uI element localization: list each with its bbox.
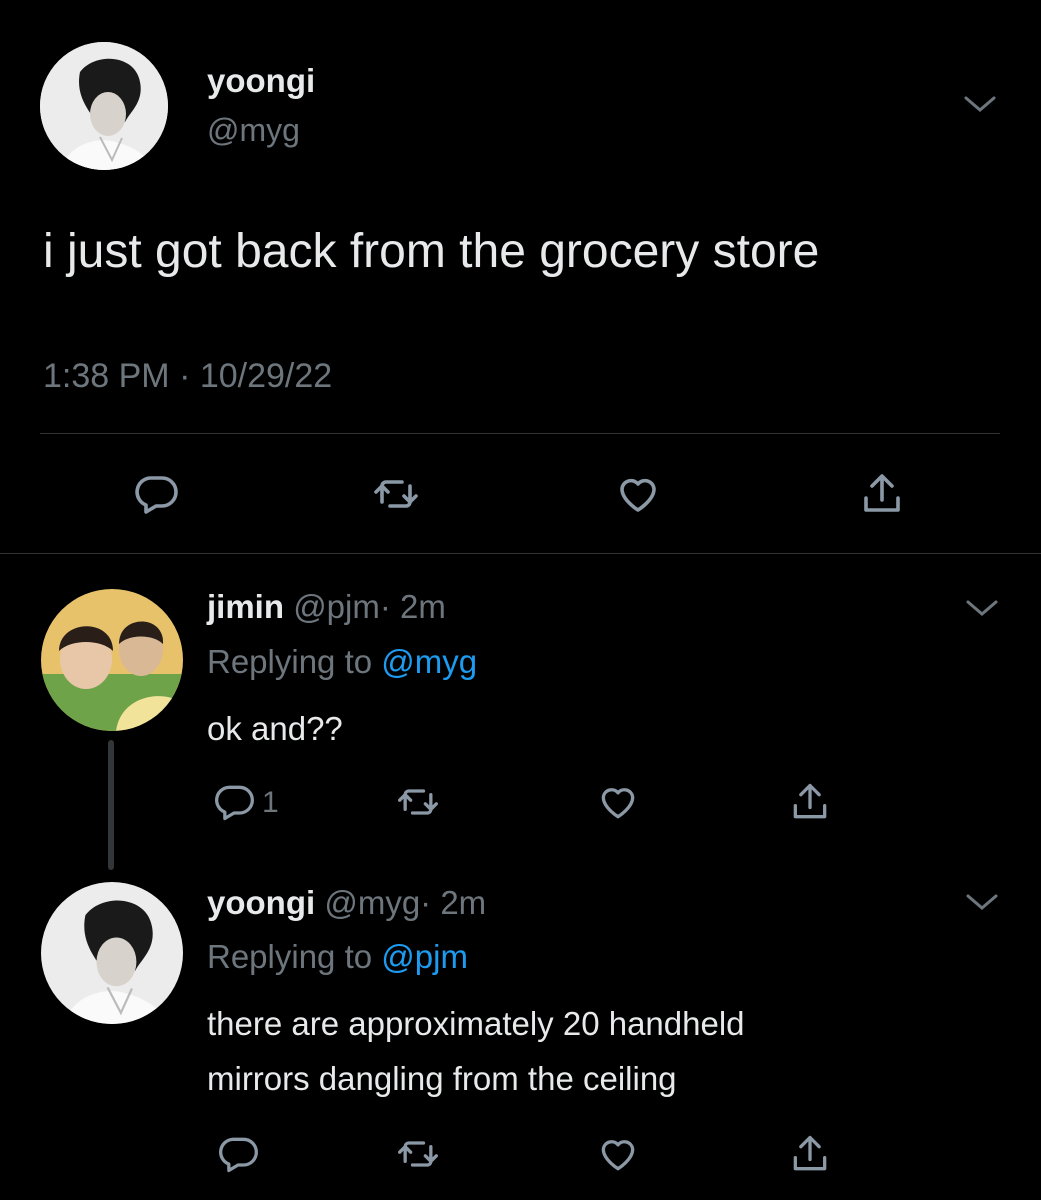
- like-icon: [620, 478, 656, 512]
- reply-icon: [215, 785, 254, 821]
- tweet-text: i just got back from the grocery store: [43, 225, 820, 278]
- retweet-button[interactable]: [370, 468, 422, 520]
- like-icon: [601, 788, 635, 819]
- avatar[interactable]: [40, 42, 168, 170]
- share-button[interactable]: [856, 468, 908, 520]
- reply-icon: [219, 1137, 258, 1173]
- reply-text-line: mirrors dangling from the ceiling: [207, 1060, 677, 1097]
- share-button[interactable]: [784, 776, 836, 828]
- mention-link[interactable]: @myg: [381, 643, 477, 680]
- like-button[interactable]: [592, 1128, 644, 1180]
- replying-prefix: Replying to: [207, 643, 373, 680]
- like-button[interactable]: [592, 776, 644, 828]
- like-button[interactable]: [612, 468, 664, 520]
- avatar[interactable]: [41, 589, 183, 731]
- chevron-down-icon[interactable]: [960, 92, 1000, 116]
- handle[interactable]: @myg: [324, 884, 420, 921]
- avatar[interactable]: [41, 882, 183, 1024]
- share-button[interactable]: [784, 1128, 836, 1180]
- retweet-button[interactable]: [392, 1128, 444, 1180]
- retweet-icon: [398, 1141, 438, 1167]
- reply-icon: [135, 476, 178, 514]
- share-icon: [864, 474, 900, 512]
- display-name[interactable]: yoongi: [207, 62, 315, 100]
- retweet-icon: [374, 480, 418, 508]
- replying-to: Replying to @myg: [207, 643, 477, 681]
- share-icon: [793, 1135, 827, 1171]
- retweet-button[interactable]: [392, 776, 444, 828]
- reply-header: yoongi @myg· 2m: [207, 884, 486, 922]
- thread-line: [108, 740, 114, 870]
- reply-count: 1: [262, 786, 279, 819]
- chevron-down-icon[interactable]: [962, 596, 1002, 620]
- divider: [40, 433, 1000, 434]
- reply-text-line: there are approximately 20 handheld: [207, 1005, 745, 1042]
- reply-text: ok and??: [207, 710, 343, 747]
- share-icon: [793, 783, 827, 819]
- reply-button[interactable]: [130, 468, 182, 520]
- reply-header: jimin @pjm· 2m: [207, 588, 446, 626]
- display-name[interactable]: yoongi: [207, 884, 315, 921]
- chevron-down-icon[interactable]: [962, 890, 1002, 914]
- timestamp[interactable]: 1:38 PM · 10/29/22: [43, 357, 332, 396]
- like-icon: [601, 1140, 635, 1171]
- mention-link[interactable]: @pjm: [381, 938, 468, 975]
- retweet-icon: [398, 789, 438, 815]
- reply-time[interactable]: · 2m: [380, 588, 446, 625]
- replying-prefix: Replying to: [207, 938, 373, 975]
- replying-to: Replying to @pjm: [207, 938, 468, 976]
- reply-button[interactable]: [208, 776, 260, 828]
- reply-button[interactable]: [212, 1128, 264, 1180]
- handle[interactable]: @pjm: [293, 588, 380, 625]
- reply-time[interactable]: · 2m: [420, 884, 486, 921]
- display-name[interactable]: jimin: [207, 588, 284, 625]
- section-divider: [0, 553, 1041, 554]
- handle[interactable]: @myg: [207, 112, 300, 149]
